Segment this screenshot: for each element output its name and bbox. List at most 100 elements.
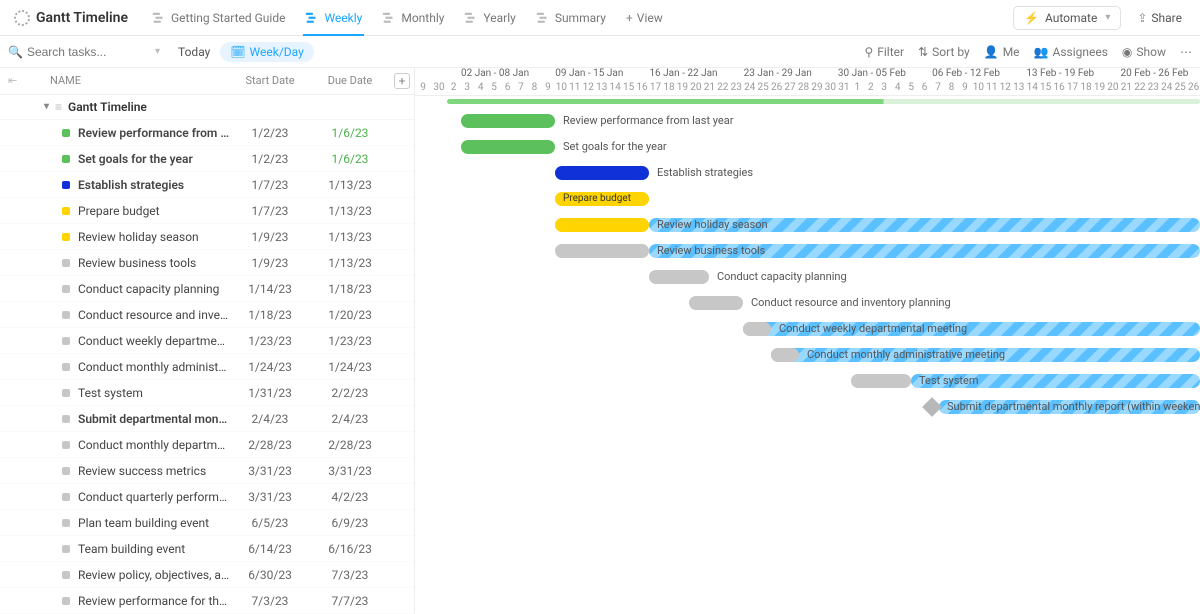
task-row[interactable]: Submit departmental monthly re...2/4/232… — [0, 406, 414, 432]
col-start[interactable]: Start Date — [230, 74, 310, 87]
gantt-row: Review performance from last year — [415, 108, 1200, 134]
status-dot — [62, 415, 70, 423]
task-name: Team building event — [78, 542, 230, 556]
task-row[interactable]: Review policy, objectives, and busi...6/… — [0, 562, 414, 588]
task-due: 4/2/23 — [310, 490, 390, 504]
day-label: 19 — [1093, 82, 1106, 96]
collapse-sidebar-icon[interactable]: ⇤ — [8, 74, 22, 88]
gantt-bar[interactable] — [743, 322, 771, 336]
task-start: 3/31/23 — [230, 490, 310, 504]
gantt-bar[interactable] — [689, 296, 743, 310]
task-row[interactable]: Set goals for the year1/2/231/6/23 — [0, 146, 414, 172]
gantt-bar[interactable] — [649, 270, 709, 284]
sort-button[interactable]: ⇅Sort by — [918, 45, 970, 59]
gantt-row: Submit departmental monthly report (with… — [415, 394, 1200, 420]
task-row[interactable]: Team building event6/14/236/16/23 — [0, 536, 414, 562]
task-start: 6/14/23 — [230, 542, 310, 556]
tab-monthly[interactable]: Monthly — [372, 0, 454, 36]
col-name[interactable]: NAME — [0, 74, 230, 87]
task-name: Prepare budget — [78, 204, 230, 218]
tab-getting-started-guide[interactable]: Getting Started Guide — [142, 0, 295, 36]
task-name: Conduct monthly departmental m... — [78, 438, 230, 452]
status-dot — [62, 181, 70, 189]
day-label: 17 — [649, 82, 662, 96]
gantt-pane[interactable]: 930 02 Jan - 08 Jan09 Jan - 15 Jan16 Jan… — [415, 68, 1200, 614]
share-button[interactable]: ⇪ Share — [1127, 7, 1192, 29]
task-start: 1/23/23 — [230, 334, 310, 348]
task-row[interactable]: Conduct weekly departmental me...1/23/23… — [0, 328, 414, 354]
day-label: 16 — [635, 82, 648, 96]
task-start: 1/18/23 — [230, 308, 310, 322]
day-label: 16 — [1052, 82, 1065, 96]
task-name: Submit departmental monthly re... — [78, 412, 230, 426]
chevron-down-icon[interactable]: ▾ — [155, 46, 160, 57]
task-due: 1/24/23 — [310, 360, 390, 374]
status-dot — [62, 467, 70, 475]
task-row[interactable]: Review performance from last year1/2/231… — [0, 120, 414, 146]
gantt-bar[interactable] — [771, 348, 799, 362]
task-name: Conduct capacity planning — [78, 282, 230, 296]
today-button[interactable]: Today — [168, 45, 220, 59]
gantt-bar[interactable] — [555, 244, 649, 258]
day-label: 15 — [1039, 82, 1052, 96]
view-mode-pill[interactable]: 🗓 Week/Day — [220, 42, 313, 62]
more-button[interactable]: ⋯ — [1180, 45, 1192, 59]
col-due[interactable]: Due Date — [310, 74, 390, 87]
assignees-button[interactable]: 👥Assignees — [1034, 45, 1108, 59]
caret-down-icon[interactable]: ▾ — [44, 101, 49, 112]
gantt-icon — [382, 11, 396, 25]
task-row[interactable]: Review success metrics3/31/233/31/23 — [0, 458, 414, 484]
gantt-bar[interactable] — [851, 374, 911, 388]
task-row[interactable]: Review performance for the last 6 ...7/3… — [0, 588, 414, 614]
task-row[interactable]: Conduct monthly administrative m...1/24/… — [0, 354, 414, 380]
task-row[interactable]: Conduct capacity planning1/14/231/18/23 — [0, 276, 414, 302]
day-label: 25 — [1173, 82, 1186, 96]
task-row[interactable]: Plan team building event6/5/236/9/23 — [0, 510, 414, 536]
status-dot — [62, 129, 70, 137]
task-row[interactable]: Conduct resource and inventory pl...1/18… — [0, 302, 414, 328]
day-label: 1 — [851, 82, 864, 96]
me-button[interactable]: 👤Me — [984, 45, 1020, 59]
task-row[interactable]: Test system1/31/232/2/23 — [0, 380, 414, 406]
task-row[interactable]: Conduct monthly departmental m...2/28/23… — [0, 432, 414, 458]
show-button[interactable]: ◉Show — [1122, 45, 1166, 59]
gantt-bar[interactable] — [555, 166, 649, 180]
gantt-row — [415, 498, 1200, 524]
add-view-button[interactable]: + View — [616, 0, 673, 36]
overall-progress — [447, 99, 1200, 104]
tab-summary[interactable]: Summary — [526, 0, 616, 36]
share-icon: ⇪ — [1137, 11, 1147, 25]
gantt-icon — [536, 11, 550, 25]
task-name: Review policy, objectives, and busi... — [78, 568, 230, 582]
status-dot — [62, 571, 70, 579]
task-row[interactable]: Conduct quarterly performance m...3/31/2… — [0, 484, 414, 510]
gantt-bar[interactable] — [461, 114, 555, 128]
task-due: 7/3/23 — [310, 568, 390, 582]
day-label: 31 — [837, 82, 850, 96]
day-label: 10 — [972, 82, 985, 96]
milestone-icon[interactable] — [922, 397, 942, 417]
tab-yearly[interactable]: Yearly — [454, 0, 525, 36]
group-row[interactable]: ▾ ≡ Gantt Timeline — [0, 95, 414, 120]
day-label: 9 — [958, 82, 971, 96]
filter-icon: ⚲ — [864, 45, 873, 59]
day-label: 30 — [431, 82, 447, 96]
add-column-button[interactable]: + — [394, 73, 410, 89]
task-row[interactable]: Review holiday season1/9/231/13/23 — [0, 224, 414, 250]
week-label: 06 Feb - 12 Feb — [932, 68, 1026, 82]
task-row[interactable]: Establish strategies1/7/231/13/23 — [0, 172, 414, 198]
automate-button[interactable]: ⚡ Automate ▾ — [1013, 6, 1121, 30]
filter-button[interactable]: ⚲Filter — [864, 45, 904, 59]
task-start: 1/7/23 — [230, 178, 310, 192]
task-row[interactable]: Prepare budget1/7/231/13/23 — [0, 198, 414, 224]
search-wrap[interactable]: 🔍 ▾ — [8, 45, 168, 59]
task-row[interactable]: Review business tools1/9/231/13/23 — [0, 250, 414, 276]
tab-weekly[interactable]: Weekly — [295, 0, 372, 36]
day-label: 21 — [703, 82, 716, 96]
search-input[interactable] — [27, 45, 147, 59]
task-name: Conduct resource and inventory pl... — [78, 308, 230, 322]
gantt-bar[interactable] — [461, 140, 555, 154]
gantt-bar[interactable] — [555, 218, 649, 232]
task-name: Set goals for the year — [78, 152, 230, 166]
task-due: 1/13/23 — [310, 230, 390, 244]
